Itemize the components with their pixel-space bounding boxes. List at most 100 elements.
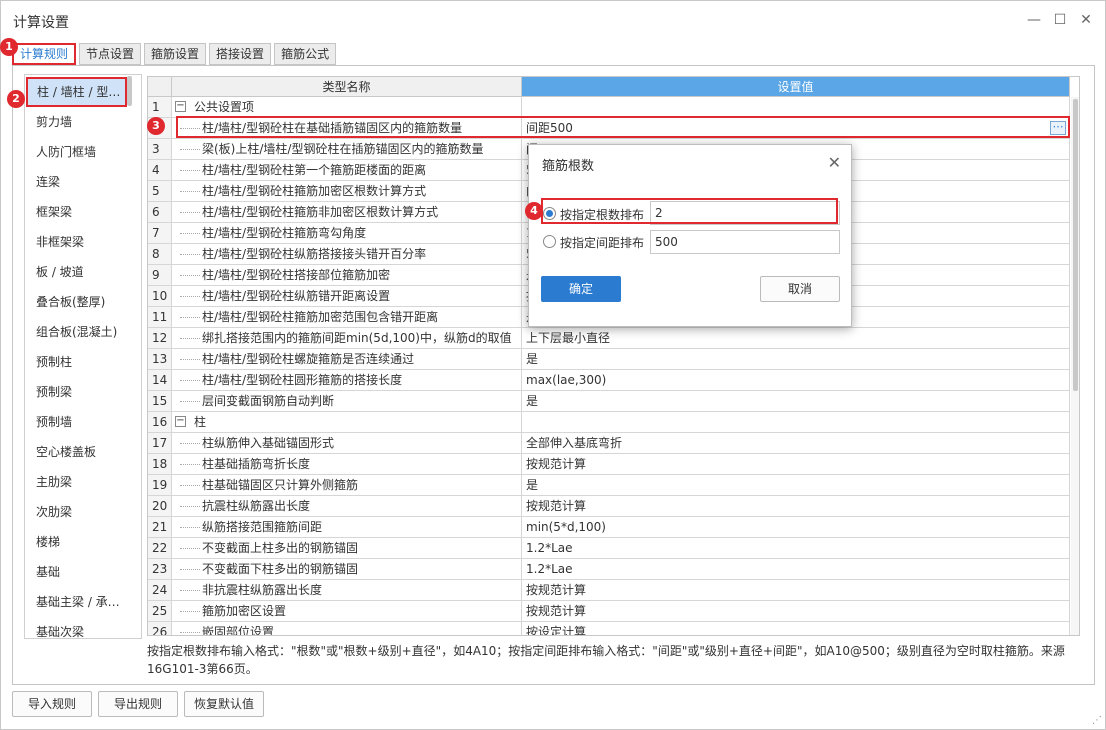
setting-value-cell[interactable]: 是 (522, 475, 1070, 496)
setting-value-cell[interactable]: 按规范计算 (522, 580, 1070, 601)
setting-name-cell: 纵筋搭接范围箍筋间距 (172, 517, 522, 538)
setting-value-cell[interactable]: 1.2*Lae (522, 538, 1070, 559)
sidebar-item[interactable]: 空心楼盖板 (26, 437, 127, 467)
row-number: 18 (148, 454, 172, 475)
spacing-input[interactable]: 500 (650, 230, 840, 254)
setting-value-cell[interactable]: 按规范计算 (522, 496, 1070, 517)
component-sidebar: 柱 / 墙柱 / 型… 剪力墙 人防门框墙 连梁 框架梁 非框架梁板 / 坡道 叠合板(整厚… (24, 74, 142, 639)
setting-value-cell[interactable]: max(lae,300) (522, 370, 1070, 391)
sidebar-item[interactable]: 预制柱 (26, 347, 127, 377)
setting-value-cell[interactable]: 按规范计算 (522, 601, 1070, 622)
setting-value-cell[interactable] (522, 412, 1070, 433)
sidebar-item[interactable]: 人防门框墙 (26, 137, 127, 167)
table-row[interactable]: 17 柱纵筋伸入基础锚固形式 全部伸入基底弯折 (148, 433, 1070, 454)
sidebar-item[interactable]: 柱 / 墙柱 / 型… (26, 77, 127, 107)
radio-by-spacing-label[interactable]: 按指定间距排布 (560, 234, 644, 251)
setting-value-cell[interactable]: 是 (522, 349, 1070, 370)
table-row[interactable]: 26 嵌固部位设置 按设定计算 (148, 622, 1070, 635)
dialog-close-icon[interactable]: ✕ (828, 153, 841, 172)
tab-calc-rules[interactable]: 计算规则 (12, 43, 77, 65)
table-row[interactable]: 16− 柱 (148, 412, 1070, 433)
setting-value-cell[interactable] (522, 97, 1070, 118)
row-number: 23 (148, 559, 172, 580)
sidebar-item[interactable]: 楼梯 (26, 527, 127, 557)
table-row[interactable]: 23 不变截面下柱多出的钢筋锚固 1.2*Lae (148, 559, 1070, 580)
table-row[interactable]: 15 层间变截面钢筋自动判断 是 (148, 391, 1070, 412)
tree-connector (180, 338, 200, 339)
tab-node-settings[interactable]: 节点设置 (79, 43, 142, 65)
tab-stirrup-formula[interactable]: 箍筋公式 (274, 43, 337, 65)
setting-name-cell: 不变截面下柱多出的钢筋锚固 (172, 559, 522, 580)
collapse-icon[interactable]: − (175, 416, 186, 427)
sidebar-item[interactable]: 主肋梁 (26, 467, 127, 497)
group-cell: − 公共设置项 (172, 97, 522, 118)
sidebar-item[interactable]: 叠合板(整厚) (26, 287, 127, 317)
grid-header-name: 类型名称 (172, 77, 522, 97)
setting-name: 绑扎搭接范围内的箍筋间距min(5d,100)中，纵筋d的取值 (202, 331, 512, 345)
setting-value-cell[interactable]: 按规范计算 (522, 454, 1070, 475)
sidebar-item[interactable]: 基础主梁 / 承… (26, 587, 127, 617)
setting-name: 柱/墙柱/型钢砼柱螺旋箍筋是否连续通过 (202, 352, 415, 366)
collapse-icon[interactable]: − (175, 101, 186, 112)
sidebar-item[interactable]: 预制墙 (26, 407, 127, 437)
sidebar-item[interactable]: 剪力墙 (26, 107, 127, 137)
restore-defaults-button[interactable]: 恢复默认值 (184, 691, 264, 717)
setting-value-cell[interactable]: 上下层最小直径 (522, 328, 1070, 349)
close-icon[interactable]: ✕ (1077, 11, 1095, 29)
row-number: 10 (148, 286, 172, 307)
setting-value: 是 (526, 394, 539, 408)
table-row[interactable]: 20 抗震柱纵筋露出长度 按规范计算 (148, 496, 1070, 517)
sidebar-item[interactable]: 基础 (26, 557, 127, 587)
setting-value-cell[interactable]: 全部伸入基底弯折 (522, 433, 1070, 454)
resize-grip-icon[interactable]: ⋰ (1092, 715, 1102, 726)
tree-connector (180, 401, 200, 402)
tree-connector (180, 485, 200, 486)
sidebar-item[interactable]: 预制梁 (26, 377, 127, 407)
setting-value-cell[interactable]: 1.2*Lae (522, 559, 1070, 580)
table-row[interactable]: 13 柱/墙柱/型钢砼柱螺旋箍筋是否连续通过 是 (148, 349, 1070, 370)
table-row[interactable]: 21 纵筋搭接范围箍筋间距 min(5*d,100) (148, 517, 1070, 538)
import-rules-button[interactable]: 导入规则 (12, 691, 92, 717)
sidebar-scrollbar[interactable] (127, 76, 132, 106)
setting-value: 按规范计算 (526, 604, 587, 618)
table-row[interactable]: 14 柱/墙柱/型钢砼柱圆形箍筋的搭接长度 max(lae,300) (148, 370, 1070, 391)
table-row[interactable]: 18 柱基础插筋弯折长度 按规范计算 (148, 454, 1070, 475)
sidebar-item[interactable]: 框架梁 (26, 197, 127, 227)
grid-scrollbar[interactable] (1073, 99, 1078, 391)
row-number: 13 (148, 349, 172, 370)
table-row[interactable]: 12 绑扎搭接范围内的箍筋间距min(5d,100)中，纵筋d的取值 上下层最小直径 (148, 328, 1070, 349)
setting-value: 按规范计算 (526, 583, 587, 597)
table-row[interactable]: 1− 公共设置项 (148, 97, 1070, 118)
sidebar-item[interactable]: 次肋梁 (26, 497, 127, 527)
tree-connector (180, 632, 200, 633)
setting-name-cell: 不变截面上柱多出的钢筋锚固 (172, 538, 522, 559)
setting-name: 抗震柱纵筋露出长度 (202, 499, 311, 513)
table-row[interactable]: 22 不变截面上柱多出的钢筋锚固 1.2*Lae (148, 538, 1070, 559)
setting-value-cell[interactable]: min(5*d,100) (522, 517, 1070, 538)
sidebar-item[interactable]: 非框架梁 (26, 227, 127, 257)
setting-value-cell[interactable]: 按设定计算 (522, 622, 1070, 635)
tab-stirrup-settings[interactable]: 箍筋设置 (144, 43, 207, 65)
sidebar-item[interactable]: 板 / 坡道 (26, 257, 127, 287)
tab-lap-settings[interactable]: 搭接设置 (209, 43, 272, 65)
setting-name-cell: 柱/墙柱/型钢砼柱箍筋加密范围包含错开距离 (172, 307, 522, 328)
table-row[interactable]: 19 柱基础锚固区只计算外侧箍筋 是 (148, 475, 1070, 496)
group-cell: − 柱 (172, 412, 522, 433)
sidebar-item[interactable]: 基础次梁 (26, 617, 127, 638)
table-row[interactable]: 25 箍筋加密区设置 按规范计算 (148, 601, 1070, 622)
ok-button[interactable]: 确定 (541, 276, 621, 302)
setting-name-cell: 层间变截面钢筋自动判断 (172, 391, 522, 412)
sidebar-item[interactable]: 组合板(混凝土) (26, 317, 127, 347)
step-badge-3: 3 (147, 117, 165, 135)
table-row[interactable]: 24 非抗震柱纵筋露出长度 按规范计算 (148, 580, 1070, 601)
row-number: 3 (148, 139, 172, 160)
minimize-icon[interactable]: — (1025, 11, 1043, 29)
maximize-icon[interactable]: ☐ (1051, 11, 1069, 29)
cancel-button[interactable]: 取消 (760, 276, 840, 302)
sidebar-item[interactable]: 连梁 (26, 167, 127, 197)
export-rules-button[interactable]: 导出规则 (98, 691, 178, 717)
tree-connector (180, 527, 200, 528)
radio-by-spacing[interactable] (543, 235, 556, 248)
setting-name-cell: 嵌固部位设置 (172, 622, 522, 635)
setting-value-cell[interactable]: 是 (522, 391, 1070, 412)
